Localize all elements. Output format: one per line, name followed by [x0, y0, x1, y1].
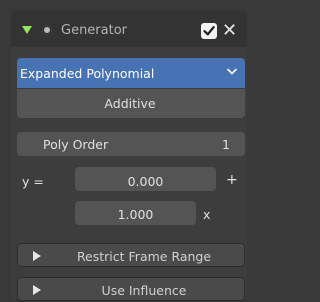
close-icon[interactable]: ✕: [222, 20, 237, 41]
checkbox-icon[interactable]: [201, 23, 217, 39]
coefficient-0-value: 0.000: [127, 174, 164, 189]
use-influence-label: Use Influence: [101, 283, 187, 298]
chevron-down-icon: [227, 68, 237, 75]
modifier-dot-icon: [42, 25, 52, 35]
mode-dropdown-value: Expanded Polynomial: [20, 66, 155, 81]
expand-triangle-icon[interactable]: [22, 26, 32, 34]
poly-order-label: Poly Order: [43, 137, 109, 152]
restrict-frame-range-label: Restrict Frame Range: [76, 249, 212, 264]
panel-title: Generator: [61, 23, 128, 38]
plus-sign: +: [226, 172, 238, 188]
y-equals-label: y =: [22, 174, 44, 189]
additive-label: Additive: [104, 96, 156, 111]
coefficient-1-value: 1.000: [117, 207, 154, 222]
x-variable-label: x: [203, 207, 211, 222]
checkmark-icon: [203, 26, 215, 36]
poly-order-value: 1: [222, 137, 230, 152]
